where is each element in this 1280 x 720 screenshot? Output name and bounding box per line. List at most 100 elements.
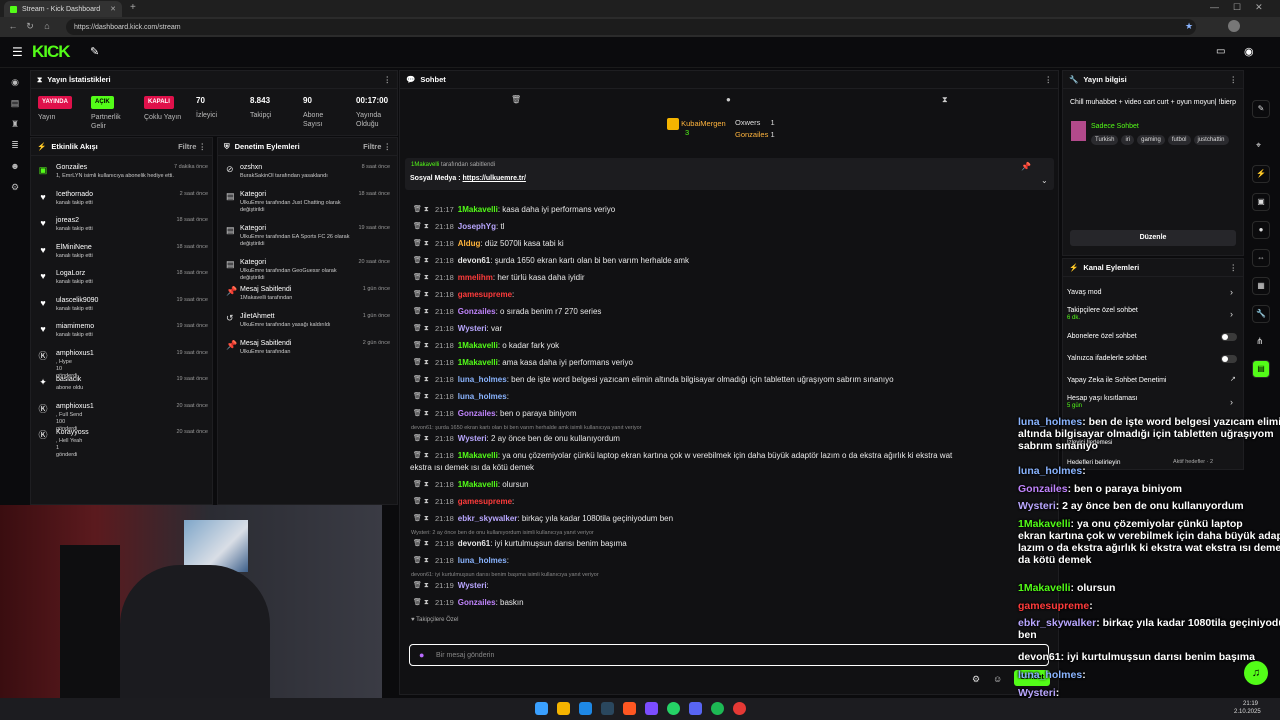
spotify-icon[interactable] bbox=[711, 702, 724, 715]
chat-message[interactable]: 🗑 ⧗ 21:18 Gonzailes: o sırada benim r7 270… bbox=[413, 305, 1053, 319]
pinned-link[interactable]: https://ulkuemre.tr/ bbox=[463, 175, 526, 182]
app-icon[interactable] bbox=[645, 702, 658, 715]
mod-controls-icon[interactable]: 🗑 ⧗ bbox=[413, 495, 429, 509]
hourglass-icon[interactable]: ⧗ bbox=[942, 95, 948, 105]
message-user[interactable]: gamesupreme bbox=[458, 290, 512, 299]
window-controls[interactable]: —☐✕ bbox=[1210, 2, 1277, 13]
message-user[interactable]: 1Makavelli bbox=[458, 205, 498, 214]
activity-event[interactable]: ♥ Icethornado kanalı takip etti 2 saat önce bbox=[38, 191, 208, 217]
activity-event[interactable]: ♥ LogaLorz kanalı takip etti 18 saat önce bbox=[38, 270, 208, 296]
message-user[interactable]: ebkr_skywalker bbox=[458, 514, 518, 523]
mod-controls-icon[interactable]: 🗑 ⧗ bbox=[413, 596, 429, 610]
message-user[interactable]: Wysteri bbox=[458, 324, 487, 333]
stream-tag[interactable]: futbol bbox=[1167, 135, 1191, 145]
slow-mode-item[interactable]: Yavaş mod bbox=[1067, 289, 1102, 296]
bolt-rail-icon[interactable]: ⚡ bbox=[1252, 165, 1270, 183]
message-user[interactable]: 1Makavelli bbox=[458, 451, 498, 460]
ai-moderation-item[interactable]: Yapay Zeka ile Sohbet Denetimi bbox=[1067, 377, 1166, 384]
message-user[interactable]: gamesupreme bbox=[458, 497, 512, 506]
chat-message[interactable]: 🗑 ⧗ 21:18 devon61: şurda 1650 ekran kartı … bbox=[413, 254, 1053, 268]
chat-message[interactable]: 🗑 ⧗ 21:18 devon61: iyi kurtulmuşsun darısı… bbox=[413, 537, 1053, 551]
chat-message[interactable]: 🗑 ⧗ 21:18 luna_holmes: ben de işte word be… bbox=[413, 373, 1053, 387]
explorer-icon[interactable] bbox=[557, 702, 570, 715]
pin-icon[interactable]: 📌 bbox=[1021, 162, 1031, 171]
app-icon[interactable] bbox=[623, 702, 636, 715]
chat-bubble-icon[interactable]: ● bbox=[726, 95, 731, 104]
doc-rail-icon[interactable]: ▣ bbox=[1252, 193, 1270, 211]
dashboard-icon[interactable]: ▤ bbox=[9, 97, 21, 109]
home-icon[interactable]: ⌂ bbox=[42, 21, 52, 31]
stats-more-icon[interactable]: ⋮ bbox=[384, 75, 392, 84]
activity-event[interactable]: Ⓚ Korayyoss , Hell Yeah 1 gönderdi 20 saat … bbox=[38, 429, 208, 458]
mod-controls-icon[interactable]: 🗑 ⧗ bbox=[413, 237, 429, 251]
mod-controls-icon[interactable]: 🗑 ⧗ bbox=[413, 554, 429, 568]
chat-message[interactable]: 🗑 ⧗ 21:18 luna_holmes: bbox=[413, 390, 1053, 404]
message-user[interactable]: Gonzailes bbox=[458, 307, 496, 316]
chat-settings-icon[interactable]: ⚙ bbox=[972, 674, 980, 685]
menu-icon[interactable]: ☰ bbox=[12, 45, 23, 59]
stream-tag[interactable]: justchattin bbox=[1193, 135, 1229, 145]
kick-user-icon[interactable]: ◉ bbox=[1244, 45, 1254, 58]
profile-avatar[interactable] bbox=[1228, 20, 1240, 32]
chat-message[interactable]: 🗑 ⧗ 21:17 1Makavelli: kasa daha iyi perfor… bbox=[413, 203, 1053, 217]
edit-button[interactable]: Düzenle bbox=[1070, 230, 1236, 246]
mod-controls-icon[interactable]: 🗑 ⧗ bbox=[413, 537, 429, 551]
link-rail-icon[interactable]: ⇔ bbox=[1252, 249, 1270, 267]
pinned-message[interactable]: 1Makavelli tarafından sabitlendi Sosyal … bbox=[405, 158, 1054, 190]
browser-tab[interactable]: Stream - Kick Dashboard ✕ bbox=[4, 1, 122, 17]
mod-controls-icon[interactable]: 🗑 ⧗ bbox=[413, 579, 429, 593]
mod-controls-icon[interactable]: 🗑 ⧗ bbox=[413, 449, 429, 463]
chat-message[interactable]: 🗑 ⧗ 21:18 JosephYg: tl bbox=[413, 220, 1053, 234]
message-user[interactable]: Wysteri bbox=[458, 581, 487, 590]
stream-tag[interactable]: iri bbox=[1121, 135, 1135, 145]
chat-message[interactable]: 🗑 ⧗ 21:18 1Makavelli: ama kasa daha iyi pe… bbox=[413, 356, 1053, 370]
mod-controls-icon[interactable]: 🗑 ⧗ bbox=[413, 432, 429, 446]
chat-rail-icon[interactable]: ● bbox=[1252, 221, 1270, 239]
reload-icon[interactable]: ↻ bbox=[25, 21, 35, 31]
chat-message[interactable]: 🗑 ⧗ 21:18 gamesupreme: bbox=[413, 495, 1053, 509]
message-user[interactable]: luna_holmes bbox=[458, 392, 507, 401]
mod-controls-icon[interactable]: 🗑 ⧗ bbox=[413, 390, 429, 404]
chat-message[interactable]: 🗑 ⧗ 21:18 ebkr_skywalker: birkaç yıla kada… bbox=[413, 512, 1053, 526]
mod-controls-icon[interactable]: 🗑 ⧗ bbox=[413, 356, 429, 370]
chat-message[interactable]: 🗑 ⧗ 21:18 Gonzailes: ben o paraya biniyom bbox=[413, 407, 1053, 421]
chat-message[interactable]: 🗑 ⧗ 21:19 Wysteri: bbox=[413, 579, 1053, 593]
chat-message[interactable]: 🗑 ⧗ 21:18 1Makavelli: ya onu çözemiyolar ç… bbox=[413, 449, 1053, 463]
message-user[interactable]: mmelihm bbox=[458, 273, 493, 282]
chevron-right-icon[interactable]: › bbox=[1230, 309, 1233, 319]
mod-controls-icon[interactable]: 🗑 ⧗ bbox=[413, 478, 429, 492]
list-icon[interactable]: ≣ bbox=[9, 139, 21, 151]
chevron-down-icon[interactable]: ⌄ bbox=[1041, 176, 1048, 185]
mod-controls-icon[interactable]: 🗑 ⧗ bbox=[413, 220, 429, 234]
chevron-right-icon[interactable]: › bbox=[1230, 397, 1233, 407]
stream-info-more-icon[interactable]: ⋮ bbox=[1230, 75, 1238, 84]
tool-rail-icon[interactable]: 🔧 bbox=[1252, 305, 1270, 323]
mod-controls-icon[interactable]: 🗑 ⧗ bbox=[413, 254, 429, 268]
activity-filter-button[interactable]: Filtre ⋮ bbox=[178, 142, 206, 151]
chat-message[interactable]: 🗑 ⧗ 21:18 1Makavelli: olursun bbox=[413, 478, 1053, 492]
tab-close-icon[interactable]: ✕ bbox=[110, 5, 116, 13]
users-icon[interactable]: ☻ bbox=[9, 160, 21, 172]
external-link-icon[interactable]: ↗ bbox=[1230, 375, 1236, 383]
moderation-item[interactable]: ▤ Kategori UlkuEmre tarafından EA Sports F… bbox=[226, 225, 390, 257]
edit-icon[interactable]: ✎ bbox=[1252, 100, 1270, 118]
message-user[interactable]: Gonzailes bbox=[458, 598, 496, 607]
message-user[interactable]: luna_holmes bbox=[458, 556, 507, 565]
start-icon[interactable] bbox=[535, 702, 548, 715]
activity-event[interactable]: ✦ basiacik abone oldu 19 saat önce bbox=[38, 376, 208, 402]
mod-controls-icon[interactable]: 🗑 ⧗ bbox=[413, 512, 429, 526]
new-tab-icon[interactable]: + bbox=[130, 2, 136, 13]
discord-icon[interactable] bbox=[689, 702, 702, 715]
emoji-icon[interactable]: ☺ bbox=[993, 674, 1002, 684]
stream-category[interactable]: Sadece Sohbet bbox=[1091, 123, 1139, 130]
app-icon[interactable] bbox=[733, 702, 746, 715]
activity-event[interactable]: Ⓚamphioxus1, Hype 10 gönderdi 19 saat önc… bbox=[38, 350, 208, 379]
edge-icon[interactable] bbox=[579, 702, 592, 715]
message-user[interactable]: 1Makavelli bbox=[458, 358, 498, 367]
activity-event[interactable]: ♥ ulascelik9090 kanalı takip etti 19 saat ö… bbox=[38, 297, 208, 323]
url-field[interactable]: https://dashboard.kick.com/stream bbox=[66, 19, 1196, 35]
steam-icon[interactable] bbox=[601, 702, 614, 715]
tools-icon[interactable]: ✎ bbox=[90, 45, 99, 58]
stream-tag[interactable]: gaming bbox=[1137, 135, 1165, 145]
grid-rail-icon[interactable]: ▦ bbox=[1252, 277, 1270, 295]
